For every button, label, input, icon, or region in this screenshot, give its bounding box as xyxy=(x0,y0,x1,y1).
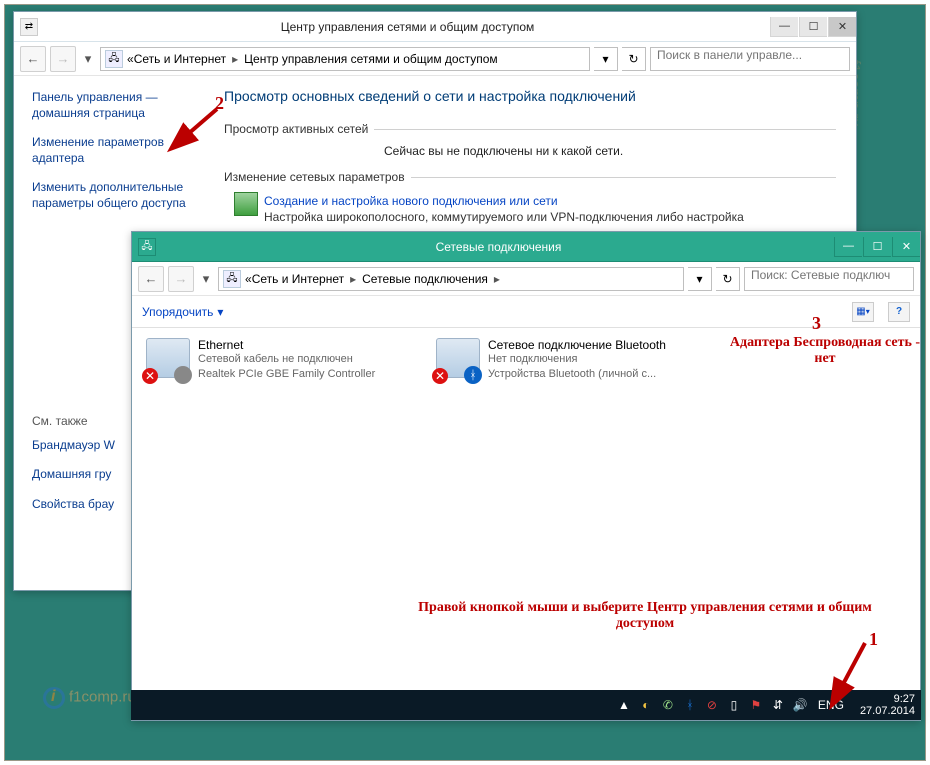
watermark: f1comp.ru xyxy=(43,687,136,709)
back-button[interactable]: ← xyxy=(138,266,164,292)
section-change-settings: Изменение сетевых параметров xyxy=(224,170,405,184)
error-badge-icon: ✕ xyxy=(432,368,448,384)
nav-row: ← → ▾ 🖧 « Сеть и Интернет ▸ Центр управл… xyxy=(14,42,856,76)
tray-skype-icon[interactable]: ✆ xyxy=(660,697,676,713)
connection-device: Realtek PCIe GBE Family Controller xyxy=(198,367,375,382)
connections-list: ✕ Ethernet Сетевой кабель не подключен R… xyxy=(132,328,920,392)
error-badge-icon: ✕ xyxy=(142,368,158,384)
close-button[interactable]: ✕ xyxy=(892,237,920,257)
minimize-button[interactable]: — xyxy=(770,17,798,37)
view-mode-button[interactable]: ▦▾ xyxy=(852,302,874,322)
sidebar-link-adapter[interactable]: Изменение параметров адаптера xyxy=(32,135,194,166)
breadcrumb-dropdown[interactable]: ▾ xyxy=(594,47,618,71)
chevron-down-icon: ▾ xyxy=(217,305,223,319)
link-new-connection-desc: Настройка широкополосного, коммутируемог… xyxy=(264,210,744,224)
toolbar: Упорядочить▾ ▦▾ ? xyxy=(132,296,920,328)
chevron-right-icon: ▸ xyxy=(350,272,356,286)
forward-button[interactable]: → xyxy=(168,266,194,292)
sidebar-link-sharing[interactable]: Изменить дополнительные параметры общего… xyxy=(32,180,194,211)
forward-button[interactable]: → xyxy=(50,46,76,72)
no-network-text: Сейчас вы не подключены ни к какой сети. xyxy=(384,144,836,158)
titlebar[interactable]: 🖧 Сетевые подключения — ☐ ✕ xyxy=(132,232,920,262)
connection-name: Ethernet xyxy=(198,338,375,352)
app-icon: ⇄ xyxy=(20,18,38,36)
arrange-button[interactable]: Упорядочить▾ xyxy=(142,305,223,319)
window-title: Сетевые подключения xyxy=(164,240,833,254)
minimize-button[interactable]: — xyxy=(834,237,862,257)
breadcrumb-part[interactable]: Центр управления сетями и общим доступом xyxy=(244,52,498,66)
tray-security-icon[interactable]: ⚑ xyxy=(748,697,764,713)
refresh-button[interactable]: ↻ xyxy=(622,47,646,71)
section-active-networks: Просмотр активных сетей xyxy=(224,122,368,136)
connection-item-ethernet[interactable]: ✕ Ethernet Сетевой кабель не подключен R… xyxy=(146,338,406,382)
tray-up-icon[interactable]: ▲ xyxy=(616,697,632,713)
tray-bluetooth-icon[interactable]: ᚼ xyxy=(682,697,698,713)
connection-status: Сетевой кабель не подключен xyxy=(198,352,375,367)
breadcrumb-icon: 🖧 xyxy=(105,50,123,68)
connection-name: Сетевое подключение Bluetooth xyxy=(488,338,666,352)
back-button[interactable]: ← xyxy=(20,46,46,72)
breadcrumb-prefix: « xyxy=(245,272,252,286)
breadcrumb-icon: 🖧 xyxy=(223,270,241,288)
window-network-connections: 🖧 Сетевые подключения — ☐ ✕ ← → ▾ 🖧 « Се… xyxy=(131,231,921,721)
breadcrumb-part[interactable]: Сеть и Интернет xyxy=(252,272,344,286)
clock-date: 27.07.2014 xyxy=(860,705,915,717)
tray-battery-icon[interactable]: ▯ xyxy=(726,697,742,713)
taskbar: ▲ ◐ ✆ ᚼ ⊘ ▯ ⚑ ⇵ 🔊 ENG 9:27 27.07.2014 xyxy=(131,690,921,720)
new-connection-icon xyxy=(234,192,258,216)
connection-status: Нет подключения xyxy=(488,352,666,367)
window-title: Центр управления сетями и общим доступом xyxy=(46,20,769,34)
help-button[interactable]: ? xyxy=(888,302,910,322)
connection-device: Устройства Bluetooth (личной с... xyxy=(488,367,666,382)
nav-row: ← → ▾ 🖧 « Сеть и Интернет ▸ Сетевые подк… xyxy=(132,262,920,296)
search-input[interactable] xyxy=(650,47,850,71)
chevron-right-icon: ▸ xyxy=(494,272,500,286)
tray-app-icon[interactable]: ◐ xyxy=(638,697,654,713)
refresh-button[interactable]: ↻ xyxy=(716,267,740,291)
recent-button[interactable]: ▾ xyxy=(80,46,96,72)
recent-button[interactable]: ▾ xyxy=(198,266,214,292)
tray-clock[interactable]: 9:27 27.07.2014 xyxy=(860,693,915,717)
tray-alert-icon[interactable]: ⊘ xyxy=(704,697,720,713)
pci-badge-icon xyxy=(174,366,192,384)
breadcrumb[interactable]: 🖧 « Сеть и Интернет ▸ Сетевые подключени… xyxy=(218,267,684,291)
clock-time: 9:27 xyxy=(860,693,915,705)
close-button[interactable]: ✕ xyxy=(828,17,856,37)
search-input[interactable] xyxy=(744,267,914,291)
bluetooth-badge-icon: ᚼ xyxy=(464,366,482,384)
sidebar-link-home[interactable]: Панель управления — домашняя страница xyxy=(32,90,194,121)
system-tray: ▲ ◐ ✆ ᚼ ⊘ ▯ ⚑ ⇵ 🔊 ENG 9:27 27.07.2014 xyxy=(616,693,915,717)
tray-network-icon[interactable]: ⇵ xyxy=(770,697,786,713)
titlebar[interactable]: ⇄ Центр управления сетями и общим доступ… xyxy=(14,12,856,42)
tray-language[interactable]: ENG xyxy=(814,697,848,713)
breadcrumb[interactable]: 🖧 « Сеть и Интернет ▸ Центр управления с… xyxy=(100,47,590,71)
page-heading: Просмотр основных сведений о сети и наст… xyxy=(224,88,836,104)
tray-volume-icon[interactable]: 🔊 xyxy=(792,697,808,713)
link-new-connection[interactable]: Создание и настройка нового подключения … xyxy=(264,194,744,208)
app-icon: 🖧 xyxy=(138,238,156,256)
breadcrumb-part[interactable]: Сетевые подключения xyxy=(362,272,488,286)
breadcrumb-part[interactable]: Сеть и Интернет xyxy=(134,52,226,66)
breadcrumb-dropdown[interactable]: ▾ xyxy=(688,267,712,291)
connection-item-bluetooth[interactable]: ✕ ᚼ Сетевое подключение Bluetooth Нет по… xyxy=(436,338,696,382)
maximize-button[interactable]: ☐ xyxy=(799,17,827,37)
breadcrumb-prefix: « xyxy=(127,52,134,66)
chevron-right-icon: ▸ xyxy=(232,52,238,66)
maximize-button[interactable]: ☐ xyxy=(863,237,891,257)
